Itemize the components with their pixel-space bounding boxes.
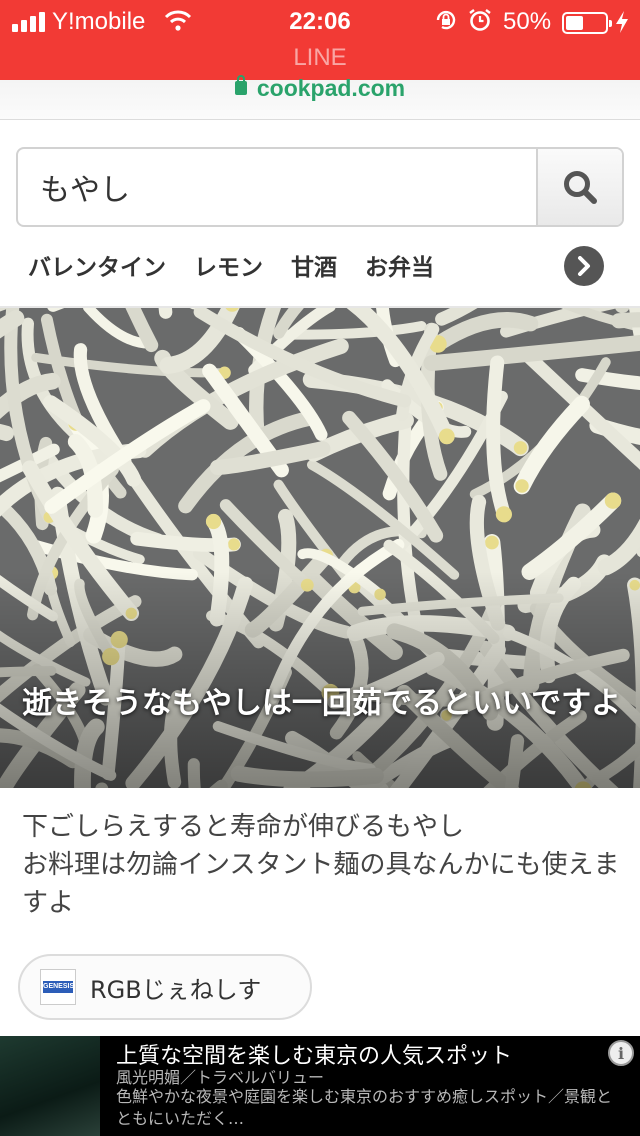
app-name: LINE: [293, 44, 347, 71]
avatar: GENESIS: [40, 969, 76, 1005]
url-bar[interactable]: cookpad.com: [0, 75, 640, 120]
keyword-next-button[interactable]: [564, 246, 604, 286]
ad-body: 色鮮やかな夜景や庭園を楽しむ東京のおすすめ癒しスポット／景観とともにいただく…: [116, 1087, 613, 1128]
search-input[interactable]: [18, 149, 538, 225]
keyword-list: バレンタイン レモン 甘酒 お弁当: [28, 248, 434, 288]
info-icon[interactable]: i: [608, 1040, 634, 1066]
battery-icon: [562, 12, 612, 34]
ad-banner[interactable]: 上質な空間を楽しむ東京の人気スポット 風光明媚／トラベルバリュー 色鮮やかな夜景…: [0, 1036, 640, 1136]
recipe-description: 下ごしらえすると寿命が伸びるもやし お料理は勿論インスタント麺の具なんかにも使え…: [22, 808, 622, 922]
search-button[interactable]: [536, 149, 622, 225]
lock-icon: [234, 75, 247, 95]
ad-thumbnail: [0, 1036, 100, 1136]
keyword-amazake[interactable]: 甘酒: [291, 248, 337, 288]
ad-subtitle: 風光明媚／トラベルバリュー: [116, 1068, 325, 1087]
search-box: [16, 147, 624, 227]
alarm-icon: [469, 9, 491, 31]
status-bar: Y!mobile 22:06 50% LINE: [0, 0, 640, 80]
keyword-lemon[interactable]: レモン: [194, 248, 263, 288]
orientation-lock-icon: [436, 10, 456, 30]
author-chip[interactable]: GENESIS RGBじぇねしす: [18, 954, 312, 1020]
charging-icon: [616, 11, 628, 33]
description-line-2: お料理は勿論インスタント麺の具なんかにも使えますよ: [22, 850, 620, 918]
url-display[interactable]: cookpad.com: [0, 75, 640, 100]
keyword-obento[interactable]: お弁当: [365, 248, 434, 288]
url-domain: cookpad.com: [256, 75, 406, 101]
recipe-title[interactable]: 逝きそうなもやしは一回茹でるといいですよ: [22, 684, 622, 724]
search-icon: [564, 171, 597, 204]
recipe-hero[interactable]: 逝きそうなもやしは一回茹でるといいですよ: [0, 308, 640, 788]
battery-fill: [566, 16, 583, 30]
battery-percent: 50%: [503, 8, 552, 35]
chevron-right-icon: [578, 256, 590, 276]
avatar-logo: GENESIS: [43, 981, 74, 993]
description-line-1: 下ごしらえすると寿命が伸びるもやし: [22, 812, 465, 842]
author-name: RGBじぇねしす: [90, 975, 262, 1004]
keyword-valentine[interactable]: バレンタイン: [28, 248, 166, 288]
